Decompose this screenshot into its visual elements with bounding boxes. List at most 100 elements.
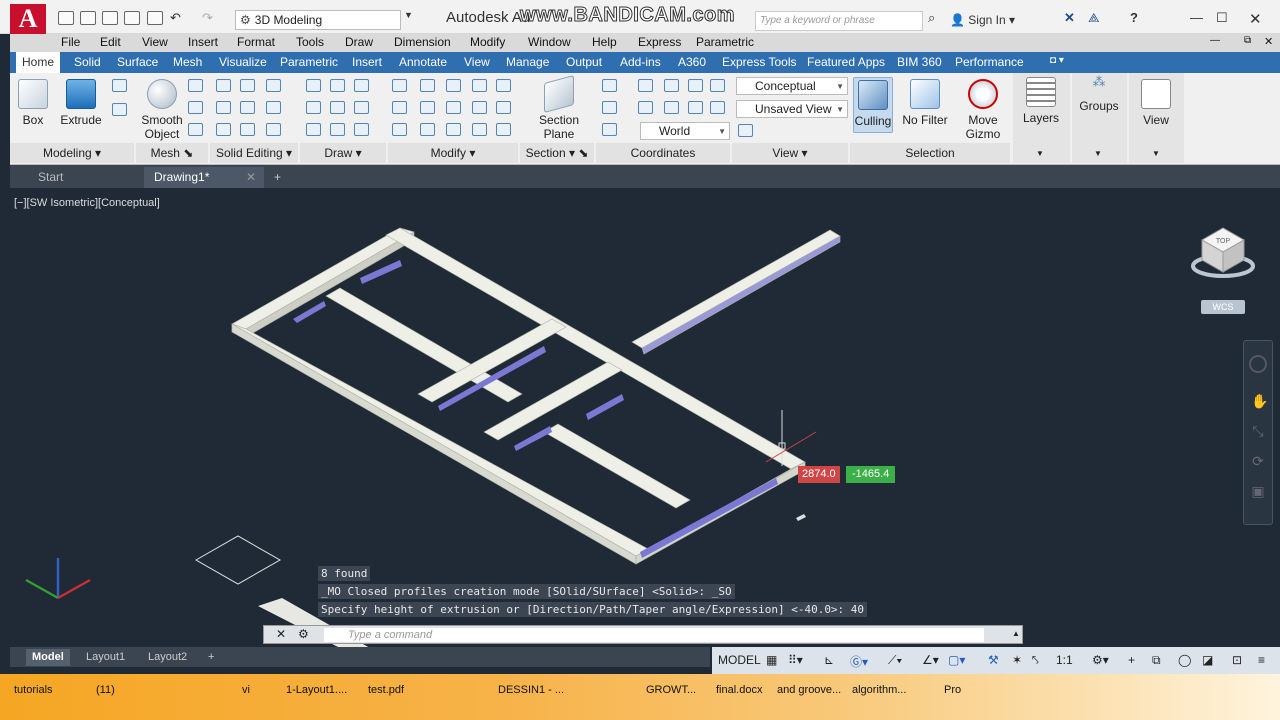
close-command-line-icon[interactable]: ✕ (276, 627, 286, 641)
maximize-button[interactable]: ☐ (1216, 10, 1228, 26)
rectangle-icon[interactable] (330, 79, 345, 92)
tab-view[interactable]: View (464, 55, 490, 69)
extrude-faces-icon[interactable] (266, 101, 281, 114)
explode-icon[interactable] (472, 101, 487, 114)
named-view-dropdown[interactable]: Unsaved View (736, 100, 848, 118)
presspull-icon[interactable] (112, 79, 127, 92)
tab-layout2[interactable]: Layout2 (142, 649, 193, 666)
stretch-icon[interactable] (420, 123, 435, 136)
extrude-button[interactable]: Extrude (60, 79, 102, 127)
showmotion-icon[interactable]: ▣ (1251, 483, 1265, 501)
isodraft-icon[interactable]: ⟋▾ (888, 653, 902, 668)
viewport-controls[interactable]: [−][SW Isometric][Conceptual] (14, 197, 160, 209)
array-icon[interactable] (446, 123, 461, 136)
circle-icon[interactable] (330, 123, 345, 136)
tab-model[interactable]: Model (26, 649, 70, 666)
menu-format[interactable]: Format (237, 35, 275, 49)
point-icon[interactable] (354, 101, 369, 114)
sign-in-button[interactable]: 👤 Sign In ▾ (950, 13, 1015, 27)
taskbar-item[interactable]: 1-Layout1.... (286, 684, 347, 696)
offset-icon[interactable] (446, 101, 461, 114)
align-icon[interactable] (472, 123, 487, 136)
new-file-icon[interactable] (58, 11, 74, 25)
object-snap-icon[interactable]: ▢▾ (948, 653, 965, 667)
separate-icon[interactable] (266, 123, 281, 136)
tab-add-ins[interactable]: Add-ins (620, 55, 661, 69)
redo-icon[interactable]: ↷ (202, 10, 213, 26)
qat-menu-icon[interactable]: ▼ (404, 10, 413, 20)
plot-icon[interactable] (147, 11, 163, 25)
menu-express[interactable]: Express (638, 35, 681, 49)
workspace-switch-icon[interactable]: ⚙▾ (1092, 653, 1109, 667)
open-file-icon[interactable] (80, 11, 96, 25)
move-gizmo-button[interactable]: Move Gizmo (960, 79, 1006, 141)
slice-icon[interactable] (240, 79, 255, 92)
grid-icon[interactable]: ▦ (766, 653, 777, 667)
navigation-bar[interactable]: ✋ ⤡ ⟳ ▣ (1243, 340, 1273, 525)
ucs-y-icon[interactable] (638, 101, 653, 114)
move-icon[interactable] (392, 79, 407, 92)
search-input[interactable]: Type a keyword or phrase (755, 11, 923, 31)
trim-icon[interactable] (472, 79, 487, 92)
units-icon[interactable]: ⧉ (1152, 653, 1161, 668)
ucs-3point-icon[interactable] (664, 101, 679, 114)
taskbar-item[interactable]: DESSIN1 - ... (498, 684, 564, 696)
taskbar-item[interactable]: Pro (944, 684, 961, 696)
steering-wheel-icon[interactable] (1249, 355, 1267, 373)
tab-parametric[interactable]: Parametric (280, 55, 338, 69)
no-filter-button[interactable]: No Filter (900, 79, 950, 127)
command-input[interactable]: Type a command (324, 628, 984, 642)
mesh-tool-2-icon[interactable] (188, 101, 203, 114)
panel-selection[interactable]: Selection (850, 143, 1010, 163)
help-button[interactable]: ? (1130, 10, 1138, 25)
snap-icon[interactable]: ⠿▾ (788, 653, 803, 667)
tab-layout1[interactable]: Layout1 (80, 649, 131, 666)
doc-close-button[interactable]: ✕ (1264, 35, 1273, 48)
tab-drawing1[interactable]: Drawing1* ✕ (144, 167, 264, 188)
menu-dimension[interactable]: Dimension (394, 35, 451, 49)
application-menu-button[interactable]: A (10, 4, 46, 34)
taskbar-item[interactable]: final.docx (716, 684, 762, 696)
ucs-icon[interactable] (602, 79, 617, 92)
new-tab-button[interactable]: + (268, 167, 292, 188)
doc-minimize-button[interactable]: — (1210, 35, 1220, 46)
undo-icon[interactable]: ↶ (170, 10, 181, 26)
model-space-toggle[interactable]: MODEL (718, 653, 761, 667)
polyline-icon[interactable] (306, 79, 321, 92)
annotation-auto-scale-icon[interactable]: ⤣ (1032, 653, 1039, 668)
hatch-icon[interactable] (354, 123, 369, 136)
mirror-icon[interactable] (420, 101, 435, 114)
scale-icon[interactable] (446, 79, 461, 92)
ucs-world-icon[interactable] (710, 101, 725, 114)
mesh-tool-3-icon[interactable] (188, 123, 203, 136)
viewport-config-icon[interactable] (738, 124, 753, 137)
culling-button[interactable]: Culling (853, 77, 893, 133)
mesh-tool-1-icon[interactable] (188, 79, 203, 92)
rotate-icon[interactable] (392, 101, 407, 114)
menu-insert[interactable]: Insert (188, 35, 218, 49)
panel-solid-editing[interactable]: Solid Editing ▾ (210, 143, 298, 163)
view-button[interactable]: View (1132, 79, 1180, 127)
interfere-icon[interactable] (240, 101, 255, 114)
autodesk-app-icon[interactable]: ⟁ (1088, 10, 1100, 26)
tab-solid[interactable]: Solid (74, 55, 101, 69)
tab-bim360[interactable]: BIM 360 (897, 55, 942, 69)
gizmo-toggle-icon[interactable]: ⚒ (988, 653, 999, 667)
tab-insert[interactable]: Insert (352, 55, 382, 69)
object-snap-tracking-icon[interactable]: ∠▾ (922, 653, 939, 667)
ucs-origin-icon[interactable] (602, 101, 617, 114)
tab-a360[interactable]: A360 (678, 55, 706, 69)
doc-restore-button[interactable]: ⧉ (1244, 35, 1251, 46)
panel-mesh[interactable]: Mesh ⬊ (136, 143, 208, 163)
orbit-icon[interactable]: ⟳ (1251, 453, 1265, 471)
zoom-icon[interactable]: ⤡ (1251, 423, 1265, 441)
taskbar-item[interactable]: vi (242, 684, 250, 696)
box-button[interactable]: Box (16, 79, 50, 127)
clean-screen-icon[interactable]: ⊡ (1232, 653, 1242, 667)
annotation-visibility-icon[interactable]: ✶ (1012, 653, 1022, 667)
arc-icon[interactable] (330, 101, 345, 114)
customization-icon[interactable]: ≡ (1258, 653, 1265, 667)
command-history-toggle-icon[interactable]: ▲ (1012, 629, 1020, 638)
erase-icon[interactable] (392, 123, 407, 136)
tab-featured-apps[interactable]: Featured Apps (807, 55, 885, 69)
